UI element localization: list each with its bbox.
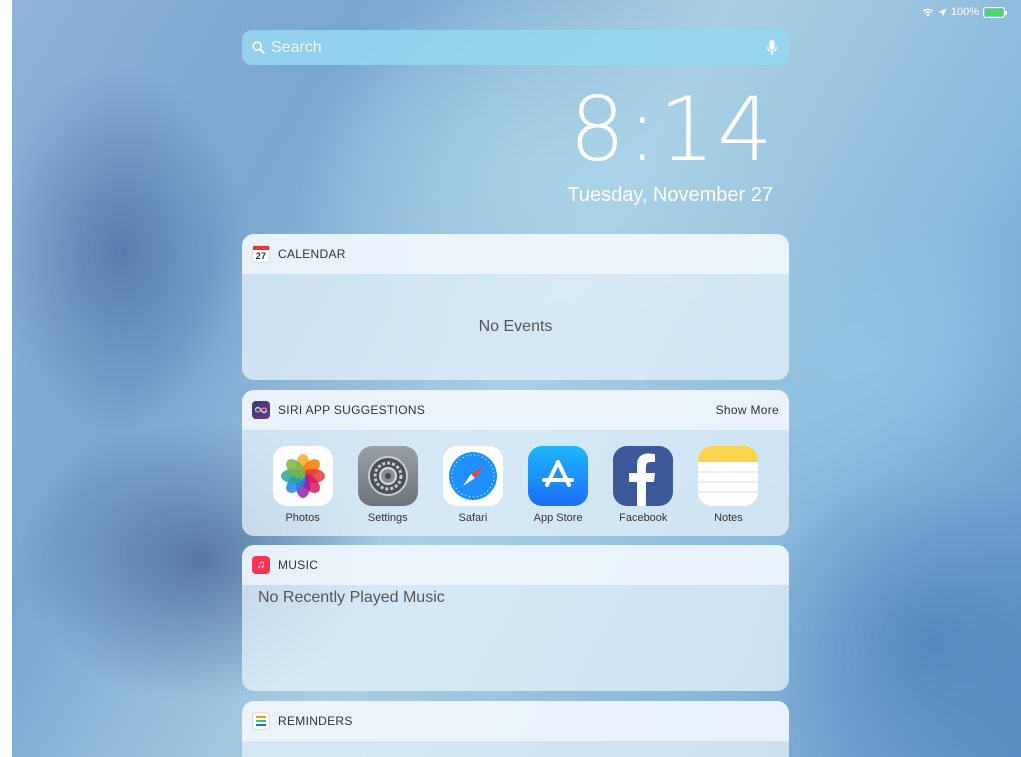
safari-icon [442, 446, 503, 506]
app-label: Safari [458, 512, 488, 524]
calendar-widget-body: No Events [242, 274, 789, 380]
reminders-widget-header[interactable]: REMINDERS [242, 701, 789, 741]
left-edge [0, 0, 12, 757]
siri-icon [252, 401, 270, 419]
settings-icon [357, 446, 418, 506]
app-label: Notes [714, 512, 743, 524]
app-photos[interactable]: Photos [260, 446, 345, 524]
calendar-empty-text: No Events [478, 318, 553, 335]
app-settings[interactable]: Settings [345, 446, 430, 524]
microphone-icon[interactable] [765, 39, 779, 57]
music-widget[interactable]: ♫ MUSIC No Recently Played Music [242, 545, 789, 691]
status-bar: 100% [922, 5, 1007, 19]
music-note-icon: ♫ [252, 556, 270, 574]
clock-time: 8:14 [569, 78, 775, 181]
music-widget-header[interactable]: ♫ MUSIC [242, 545, 789, 585]
app-label: Settings [367, 512, 408, 524]
wifi-icon [922, 8, 934, 17]
app-label: Facebook [619, 512, 668, 524]
search-icon [252, 41, 265, 54]
location-icon [938, 8, 947, 16]
calendar-icon: 27 [252, 245, 270, 263]
music-empty-text: No Recently Played Music [258, 589, 445, 606]
app-notes[interactable]: Notes [686, 446, 771, 524]
app-safari[interactable]: Safari [430, 446, 515, 524]
suggested-apps: Photos Settings Safari App Store Faceboo… [242, 430, 789, 524]
siri-widget-title: SIRI APP SUGGESTIONS [278, 403, 426, 417]
reminders-widget-title: REMINDERS [278, 714, 353, 728]
clock-date: Tuesday, November 27 [567, 184, 773, 206]
battery-fill [985, 8, 1003, 16]
app-app-store[interactable]: App Store [516, 446, 601, 524]
reminders-icon [252, 712, 270, 730]
app-store-icon [528, 446, 589, 506]
battery-icon [983, 6, 1007, 18]
notes-icon [698, 446, 759, 506]
search-input[interactable] [271, 38, 765, 57]
app-label: Photos [285, 512, 320, 524]
photos-icon [272, 446, 333, 506]
music-widget-body: No Recently Played Music [242, 585, 789, 611]
app-label: App Store [533, 512, 583, 524]
battery-percentage: 100% [950, 6, 979, 18]
app-facebook[interactable]: Facebook [601, 446, 686, 524]
calendar-widget-header[interactable]: 27 CALENDAR [242, 234, 789, 274]
search-bar[interactable] [242, 30, 789, 65]
facebook-icon [613, 446, 674, 506]
siri-suggestions-widget[interactable]: SIRI APP SUGGESTIONS Show More Photos Se… [242, 390, 789, 536]
siri-widget-header: SIRI APP SUGGESTIONS Show More [242, 390, 789, 430]
music-widget-title: MUSIC [278, 558, 319, 572]
show-more-button[interactable]: Show More [716, 403, 779, 417]
reminders-widget[interactable]: REMINDERS [242, 701, 789, 757]
calendar-widget[interactable]: 27 CALENDAR No Events [242, 234, 789, 380]
calendar-widget-title: CALENDAR [278, 247, 346, 261]
